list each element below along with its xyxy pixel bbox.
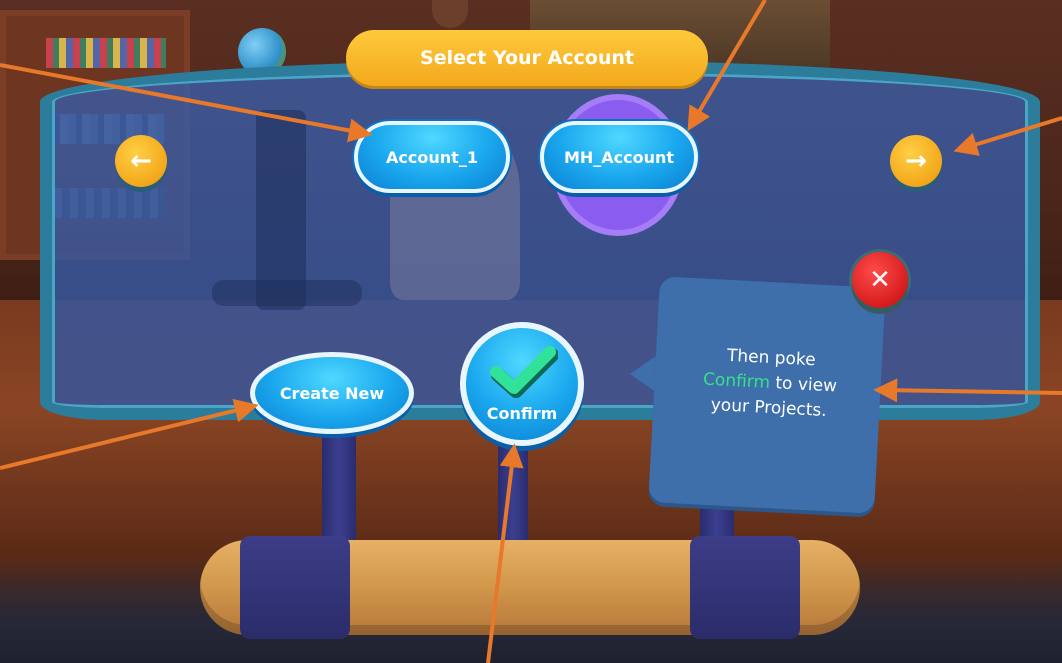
books-row [46,38,166,68]
vr-scene: Select Your Account ← → Account_1 MH_Acc… [0,0,1062,663]
tooltip-line-2-rest: to view [769,373,838,397]
create-new-button[interactable]: Create New [250,352,414,434]
close-icon: ✕ [869,265,891,295]
hint-tooltip-text: Then poke Confirm to view your Projects. [668,341,872,426]
page-title: Select Your Account [346,30,708,86]
account-button-mh-account[interactable]: MH_Account [540,121,698,193]
arrow-left-icon: ← [130,146,152,176]
checkmark-icon [490,346,558,398]
next-page-button[interactable]: → [890,135,942,187]
confirm-button[interactable]: Confirm [460,322,584,446]
handrail-grip [690,536,800,639]
confirm-label: Confirm [486,404,558,423]
arrow-right-icon: → [905,146,927,176]
previous-page-button[interactable]: ← [115,135,167,187]
close-button[interactable]: ✕ [852,252,908,308]
tooltip-highlight: Confirm [702,369,771,393]
table-base-silhouette [212,280,362,306]
account-button-account-1[interactable]: Account_1 [354,121,510,193]
handrail-grip [240,536,350,639]
tooltip-tail [630,356,656,392]
